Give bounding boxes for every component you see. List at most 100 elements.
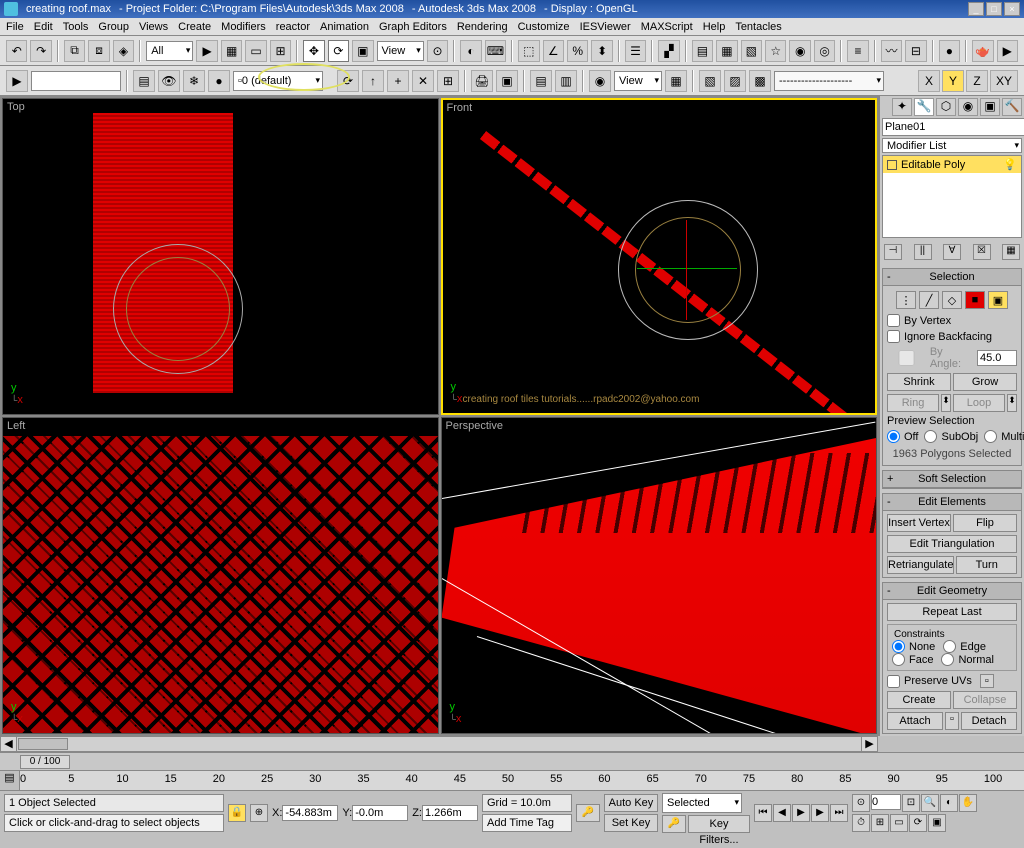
view-dropdown[interactable]: View <box>614 71 662 91</box>
menu-create[interactable]: Create <box>178 21 211 33</box>
refresh-icon[interactable]: ⟳ <box>337 70 359 92</box>
edit-elements-header[interactable]: Edit Elements <box>883 494 1021 511</box>
by-vertex-checkbox[interactable]: By Vertex <box>887 314 1017 327</box>
preview-off-radio[interactable]: Off <box>887 430 918 443</box>
object-name-input[interactable] <box>882 118 1024 136</box>
ignore-backfacing-checkbox[interactable]: Ignore Backfacing <box>887 330 1017 343</box>
configure-button[interactable]: ▦ <box>1002 244 1020 260</box>
link-button[interactable]: ⧉ <box>64 40 85 62</box>
select-name-button[interactable]: ▦ <box>221 40 242 62</box>
create-tab[interactable]: ✦ <box>892 98 912 116</box>
retriangulate-button[interactable]: Retriangulate <box>887 556 954 574</box>
viewport-perspective[interactable]: Perspective y└x <box>441 417 878 734</box>
axis-z-button[interactable]: Z <box>966 70 988 92</box>
insert-vertex-button[interactable]: Insert Vertex <box>887 514 951 532</box>
opt3-icon[interactable]: ▥ <box>555 70 577 92</box>
menu-edit[interactable]: Edit <box>34 21 53 33</box>
lightbulb-icon[interactable]: 💡 <box>1003 158 1017 171</box>
plus-icon[interactable]: + <box>387 70 409 92</box>
undo-button[interactable]: ↶ <box>6 40 27 62</box>
border-subobj[interactable]: ◇ <box>942 291 962 309</box>
play-button[interactable]: ▶ <box>792 804 810 822</box>
minimize-button[interactable]: _ <box>968 2 984 16</box>
vopt2-icon[interactable]: ▧ <box>699 70 721 92</box>
ref-coord-dropdown[interactable]: View <box>377 41 424 61</box>
layer-new-button[interactable]: ▤ <box>133 70 155 92</box>
vopt3-icon[interactable]: ▨ <box>724 70 746 92</box>
move-button[interactable]: ✥ <box>303 40 324 62</box>
zoom-all-button[interactable]: ⊞ <box>871 814 889 832</box>
zoom-button[interactable]: 🔍 <box>921 794 939 812</box>
maximize-button[interactable]: □ <box>986 2 1002 16</box>
menu-views[interactable]: Views <box>139 21 168 33</box>
curve-editor-button[interactable]: 〰 <box>881 40 902 62</box>
keymode-button[interactable]: ⌨ <box>485 40 506 62</box>
next-frame-button[interactable]: ▶ <box>811 804 829 822</box>
menu-grapheditors[interactable]: Graph Editors <box>379 21 447 33</box>
display-tab[interactable]: ▣ <box>980 98 1000 116</box>
shrink-button[interactable]: Shrink <box>887 373 951 391</box>
repeat-last-button[interactable]: Repeat Last <box>887 603 1017 621</box>
quick-render-button[interactable]: ▶ <box>997 40 1018 62</box>
opt2-icon[interactable]: ▤ <box>530 70 552 92</box>
scroll-thumb[interactable] <box>18 738 68 750</box>
layer-freeze-button[interactable]: ❄ <box>183 70 205 92</box>
soft-selection-header[interactable]: Soft Selection <box>883 471 1021 488</box>
layer-show-button[interactable]: 👁 <box>158 70 180 92</box>
axis-x-button[interactable]: X <box>918 70 940 92</box>
align-button[interactable]: ▤ <box>692 40 713 62</box>
turn-button[interactable]: Turn <box>956 556 1017 574</box>
key-logo-icon[interactable]: 🔑 <box>662 815 686 833</box>
frame-input[interactable] <box>871 794 901 810</box>
timeline-ruler[interactable]: ▤ 05101520253035404550556065707580859095… <box>0 770 1024 790</box>
layer-add-button[interactable]: ● <box>208 70 230 92</box>
region-zoom-button[interactable]: ▭ <box>890 814 908 832</box>
nss-button[interactable]: ☰ <box>625 40 646 62</box>
render-scene-button[interactable]: 🫖 <box>972 40 993 62</box>
select-button[interactable]: ▶ <box>196 40 217 62</box>
modifier-stack[interactable]: Editable Poly 💡 <box>882 155 1022 238</box>
keymode-dropdown[interactable]: Selected <box>662 793 742 813</box>
modifier-list-dropdown[interactable]: Modifier List <box>882 138 1022 153</box>
named-selection-input[interactable] <box>31 71 121 91</box>
normal-align-button[interactable]: ▧ <box>741 40 762 62</box>
flip-button[interactable]: Flip <box>953 514 1017 532</box>
menu-customize[interactable]: Customize <box>518 21 570 33</box>
preview-subobj-radio[interactable]: SubObj <box>924 430 978 443</box>
quick-align-button[interactable]: ▦ <box>716 40 737 62</box>
selection-filter-dropdown[interactable]: All <box>146 41 193 61</box>
scroll-right[interactable]: ▶ <box>861 737 877 751</box>
material-button[interactable]: ● <box>939 40 960 62</box>
add-time-tag[interactable]: Add Time Tag <box>482 814 572 832</box>
z-coord-input[interactable] <box>422 805 478 821</box>
menu-animation[interactable]: Animation <box>320 21 369 33</box>
vertex-subobj[interactable]: ⋮ <box>896 291 916 309</box>
detach-button[interactable]: Detach <box>961 712 1017 730</box>
stack-item[interactable]: Editable Poly <box>901 159 965 171</box>
maximize-vp-button[interactable]: ▣ <box>928 814 946 832</box>
rotate-button[interactable]: ⟳ <box>328 40 349 62</box>
prev-frame-button[interactable]: ◀ <box>773 804 791 822</box>
abs-rel-button[interactable]: ⊕ <box>250 804 268 822</box>
opt1-icon[interactable]: ▣ <box>496 70 518 92</box>
redo-button[interactable]: ↷ <box>30 40 51 62</box>
arrow-up-icon[interactable]: ↑ <box>362 70 384 92</box>
create-button[interactable]: Create <box>887 691 951 709</box>
pivot-button[interactable]: ⊙ <box>427 40 448 62</box>
time-slider[interactable]: 0 / 100 <box>0 752 1024 770</box>
viewport-top[interactable]: Top y└x <box>2 98 439 415</box>
align-camera-button[interactable]: ◉ <box>789 40 810 62</box>
attach-button[interactable]: Attach <box>887 712 943 730</box>
grow-button[interactable]: Grow <box>953 373 1017 391</box>
scroll-left[interactable]: ◀ <box>1 737 17 751</box>
setkey-button[interactable]: Set Key <box>604 814 658 832</box>
menu-modifiers[interactable]: Modifiers <box>221 21 266 33</box>
axis-xy-button[interactable]: XY <box>990 70 1018 92</box>
angle-snap-button[interactable]: ∠ <box>543 40 564 62</box>
menu-group[interactable]: Group <box>98 21 129 33</box>
preserve-uvs-checkbox[interactable]: Preserve UVs ▫ <box>887 674 1017 688</box>
select-tool2[interactable]: ▶ <box>6 70 28 92</box>
time-config2-button[interactable]: ⏱ <box>852 814 870 832</box>
time-config-button[interactable]: ⊙ <box>852 794 870 812</box>
rect-select-button[interactable]: ▭ <box>245 40 266 62</box>
